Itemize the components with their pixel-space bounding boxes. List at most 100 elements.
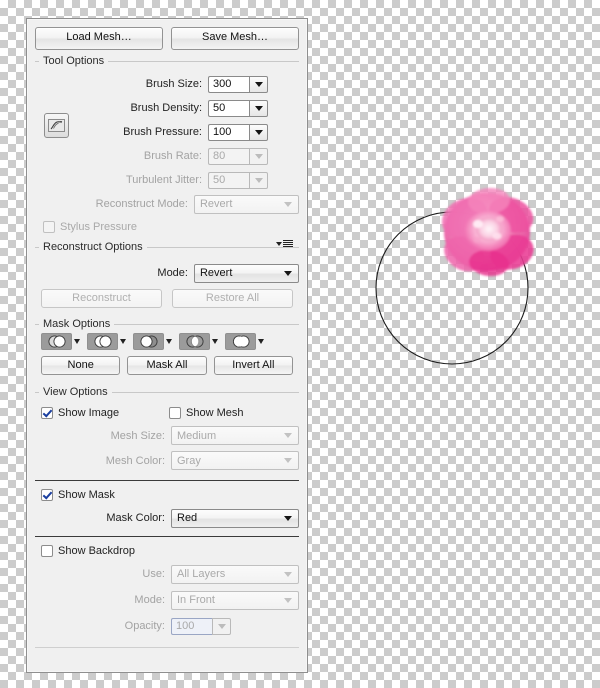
- mask-color-select[interactable]: Red: [171, 508, 299, 528]
- mask-options-title: Mask Options: [39, 318, 115, 330]
- chevron-down-icon: [254, 81, 263, 87]
- mask-color-label: Mask Color:: [106, 512, 165, 524]
- intersect-with-selection-icon[interactable]: [179, 333, 210, 350]
- reconstruct-mode-value: Revert: [199, 198, 233, 210]
- add-glyph-icon: [93, 335, 112, 348]
- mask-mode-icons-row: [35, 328, 299, 354]
- show-backdrop-label: Show Backdrop: [58, 545, 136, 557]
- reconstruct-mode-select-row: Mode: Revert: [35, 261, 299, 285]
- backdrop-use-label: Use:: [142, 568, 165, 580]
- stylus-pressure-label: Stylus Pressure: [60, 221, 138, 233]
- mask-color-row: Mask Color: Red: [27, 505, 307, 531]
- mesh-color-label: Mesh Color:: [105, 454, 165, 467]
- reconstruct-mode-label: Reconstruct Mode:: [95, 198, 188, 210]
- backdrop-use-select: All Layers: [171, 564, 299, 584]
- view-options-group: View Options Show Image Show Mesh Mesh S…: [35, 386, 299, 473]
- intersect-glyph-icon: [185, 335, 204, 348]
- mask-mode-item: [41, 333, 80, 350]
- backdrop-opacity-row: Opacity: 100: [27, 613, 307, 639]
- stylus-pressure-row: Stylus Pressure: [35, 216, 299, 238]
- mesh-color-select: Gray: [171, 451, 299, 470]
- chevron-down-icon[interactable]: [258, 339, 264, 344]
- warp-glyph-icon: [48, 119, 65, 132]
- mesh-color-row: Mesh Color: Gray: [35, 448, 299, 473]
- mask-none-button[interactable]: None: [41, 356, 121, 375]
- panel-menu-icon[interactable]: [274, 240, 295, 247]
- invert-selection-icon[interactable]: [225, 333, 256, 350]
- mesh-size-row: Mesh Size: Medium: [35, 423, 299, 448]
- show-mesh-checkbox-wrap[interactable]: Show Mesh: [169, 407, 243, 419]
- chevron-down-icon[interactable]: [166, 339, 172, 344]
- panel-bottom-separator: [35, 647, 299, 648]
- brush-size-input[interactable]: 300: [208, 75, 249, 93]
- mesh-size-value: Medium: [177, 429, 217, 442]
- liquify-panel: Load Mesh… Save Mesh… Tool Options Brush…: [26, 18, 308, 673]
- backdrop-mode-label: Mode:: [134, 594, 165, 606]
- backdrop-block: Show Backdrop Use: All Layers Mode: In F…: [27, 537, 307, 639]
- chevron-down-icon: [284, 458, 292, 463]
- hamburger-icon: [283, 240, 293, 247]
- chevron-down-icon[interactable]: [120, 339, 126, 344]
- mask-all-button[interactable]: Mask All: [127, 356, 207, 375]
- show-mask-row: Show Mask: [27, 485, 307, 505]
- show-image-label: Show Image: [58, 407, 120, 419]
- add-to-selection-icon[interactable]: [87, 333, 118, 350]
- turbulent-jitter-stepper: [249, 171, 268, 189]
- brush-size-stepper[interactable]: [249, 75, 268, 93]
- reconstruct-mode-select: Revert: [193, 194, 299, 214]
- mask-mode-item: [87, 333, 126, 350]
- mask-color-value: Red: [177, 512, 198, 524]
- brush-size-row: Brush Size: 300: [35, 72, 299, 96]
- load-mesh-button[interactable]: Load Mesh…: [35, 27, 163, 50]
- pink-flower-image: [442, 187, 534, 277]
- chevron-down-icon: [284, 201, 292, 207]
- brush-density-input[interactable]: 50: [208, 99, 249, 117]
- brush-density-stepper[interactable]: [249, 99, 268, 117]
- replace-selection-icon[interactable]: [41, 333, 72, 350]
- backdrop-opacity-input: 100: [171, 617, 212, 635]
- chevron-down-icon: [254, 153, 263, 159]
- subtract-glyph-icon: [139, 335, 158, 348]
- mask-options-group: Mask Options None Mask All Invert All: [35, 318, 299, 382]
- chevron-down-icon[interactable]: [74, 339, 80, 344]
- show-image-checkbox[interactable]: [41, 407, 53, 419]
- invert-all-button[interactable]: Invert All: [213, 356, 293, 375]
- turbulent-jitter-input: 50: [208, 171, 249, 189]
- triangle-down-icon: [276, 241, 282, 246]
- brush-rate-label: Brush Rate:: [143, 150, 202, 162]
- reconstruct-mode-2-label: Mode:: [157, 267, 188, 279]
- reconstruct-mode-2-select[interactable]: Revert: [193, 263, 299, 283]
- show-mesh-checkbox[interactable]: [169, 407, 181, 419]
- show-backdrop-checkbox[interactable]: [41, 545, 53, 557]
- chevron-down-icon: [284, 433, 292, 438]
- reconstruct-mode-2-value: Revert: [199, 267, 233, 279]
- show-mesh-label: Show Mesh: [186, 407, 244, 419]
- brush-rate-stepper: [249, 147, 268, 165]
- save-mesh-button[interactable]: Save Mesh…: [171, 27, 299, 50]
- forward-warp-tool-icon[interactable]: [44, 113, 69, 138]
- show-mask-checkbox[interactable]: [41, 489, 53, 501]
- chevron-down-icon: [284, 571, 292, 577]
- mesh-size-select: Medium: [171, 426, 299, 445]
- brush-pressure-stepper[interactable]: [249, 123, 268, 141]
- stylus-pressure-checkbox: [43, 221, 55, 233]
- chevron-down-icon: [217, 623, 226, 629]
- backdrop-mode-value: In Front: [177, 594, 215, 606]
- backdrop-mode-row: Mode: In Front: [27, 587, 307, 613]
- brush-pressure-row: Brush Pressure: 100: [35, 120, 299, 144]
- backdrop-opacity-label: Opacity:: [124, 620, 165, 632]
- circle-outline: [375, 211, 529, 365]
- chevron-down-icon[interactable]: [212, 339, 218, 344]
- show-image-mesh-row: Show Image Show Mesh: [35, 403, 299, 423]
- backdrop-use-value: All Layers: [177, 568, 226, 580]
- subtract-from-selection-icon[interactable]: [133, 333, 164, 350]
- reconstruct-options-group: Reconstruct Options Mode: Revert Reconst…: [35, 240, 299, 314]
- brush-pressure-input[interactable]: 100: [208, 123, 249, 141]
- replace-glyph-icon: [47, 335, 66, 348]
- restore-all-button: Restore All: [172, 289, 293, 308]
- reconstruct-buttons-row: Reconstruct Restore All: [35, 285, 299, 314]
- brush-rate-input: 80: [208, 147, 249, 165]
- brush-size-label: Brush Size:: [145, 78, 202, 90]
- show-image-checkbox-wrap[interactable]: Show Image: [35, 407, 169, 419]
- invert-glyph-icon: [232, 335, 250, 348]
